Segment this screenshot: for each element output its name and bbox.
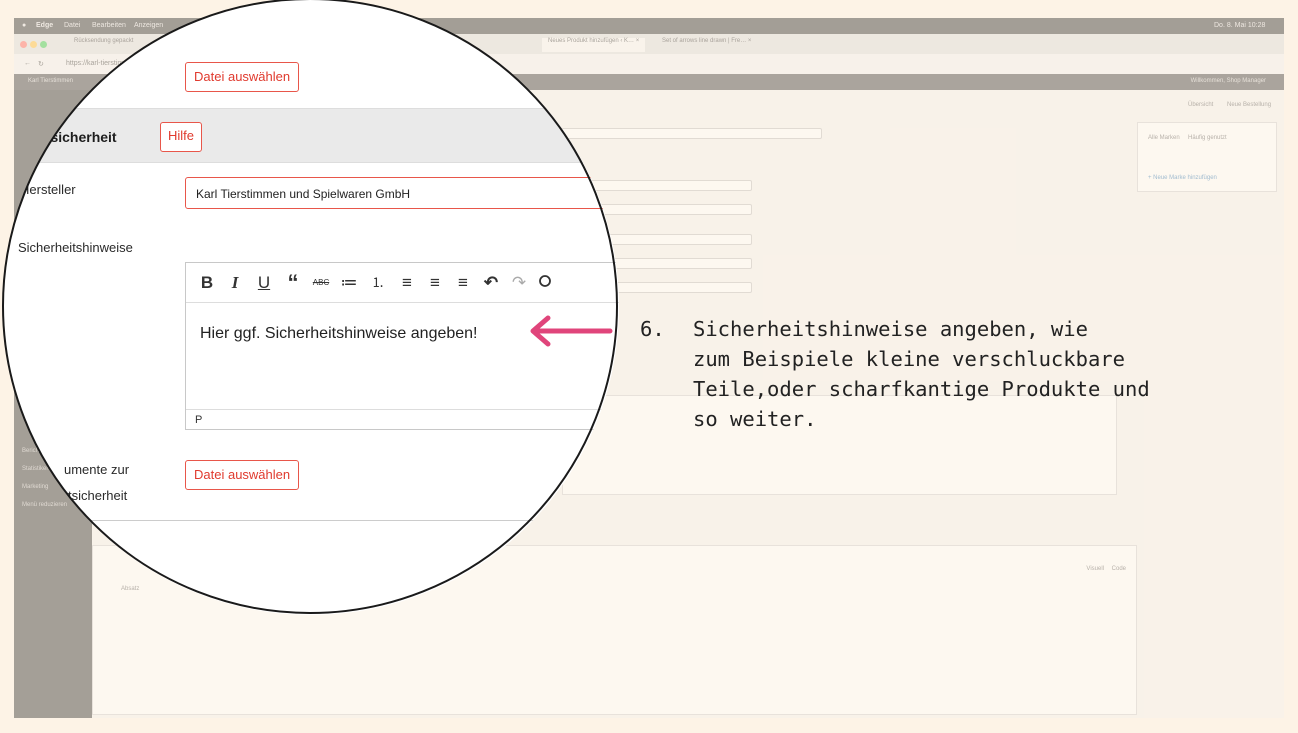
align-center-icon[interactable]: ≡ — [424, 272, 446, 294]
close-window-icon[interactable] — [20, 41, 27, 48]
link-icon[interactable] — [534, 272, 556, 294]
divider — [3, 520, 619, 521]
editor-statusbar: P — [186, 409, 619, 431]
editor-content[interactable]: Hier ggf. Sicherheitshinweise angeben! — [200, 325, 478, 343]
back-icon[interactable]: ← — [24, 60, 31, 67]
menubar-item-file[interactable]: Datei — [64, 22, 80, 29]
bg-field[interactable] — [552, 128, 822, 139]
editor-toolbar: B I U “ ABC ≔ ⒈ ≡ ≡ ≡ ↶ ↷ — [186, 263, 619, 303]
tab-visual[interactable]: Visuell — [1086, 566, 1104, 572]
menubar-item-edit[interactable]: Bearbeiten — [92, 22, 126, 29]
choose-file-button[interactable]: Datei auswählen — [185, 62, 300, 92]
undo-icon[interactable]: ↶ — [480, 272, 502, 294]
choose-docs-file-button[interactable]: Datei auswählen — [185, 460, 300, 490]
add-brand-link[interactable]: + Neue Marke hinzufügen — [1148, 175, 1217, 181]
brand-tab-used[interactable]: Häufig genutzt — [1188, 135, 1227, 141]
safety-label: Sicherheitshinweise — [18, 240, 133, 255]
sidebar-item-collapse[interactable]: Menü reduzieren — [22, 502, 67, 508]
menubar-item-view[interactable]: Anzeigen — [134, 22, 163, 29]
step-text: Sicherheitshinweise angeben, wie zum Bei… — [693, 317, 1150, 431]
docs-label-line2: tsicherheit — [68, 488, 128, 503]
step-number: 6. — [640, 317, 665, 341]
browser-tab-active[interactable]: Neues Produkt hinzufügen ‹ K… × — [542, 38, 646, 52]
admin-welcome[interactable]: Willkommen, Shop Manager — [1191, 78, 1266, 84]
strikethrough-icon[interactable]: ABC — [310, 272, 332, 294]
pointer-arrow-icon — [530, 315, 613, 347]
apple-icon[interactable]: ● — [22, 22, 26, 29]
docs-label-line1: umente zur — [64, 462, 130, 477]
browser-tab[interactable]: Rücksendung gepackt — [74, 38, 133, 52]
reload-icon[interactable]: ↻ — [38, 60, 44, 68]
new-order-action[interactable]: Neue Bestellung — [1227, 102, 1271, 108]
bold-icon[interactable]: B — [196, 272, 218, 294]
sidebar-item-stats[interactable]: Statistiken — [22, 466, 50, 472]
underline-icon[interactable]: U — [253, 272, 275, 294]
tab-code[interactable]: Code — [1112, 566, 1126, 572]
overview-action[interactable]: Übersicht — [1188, 102, 1213, 108]
italic-icon[interactable]: I — [224, 272, 246, 294]
zoom-window-icon[interactable] — [40, 41, 47, 48]
browser-tab[interactable]: Set of arrows line drawn | Fre… × — [662, 38, 751, 52]
align-left-icon[interactable]: ≡ — [396, 272, 418, 294]
menubar-clock: Do. 8. Mai 10:28 — [1214, 22, 1266, 29]
blockquote-icon[interactable]: “ — [282, 272, 304, 294]
brand-panel: Alle Marken Häufig genutzt + Neue Marke … — [1137, 122, 1277, 192]
minimize-window-icon[interactable] — [30, 41, 37, 48]
help-button[interactable]: Hilfe — [160, 122, 203, 152]
menubar-app[interactable]: Edge — [36, 22, 53, 29]
numbered-list-icon[interactable]: ⒈ — [367, 272, 389, 294]
bullet-list-icon[interactable]: ≔ — [338, 272, 360, 294]
align-right-icon[interactable]: ≡ — [452, 272, 474, 294]
admin-site-name[interactable]: Karl Tierstimmen — [28, 78, 73, 84]
brand-tab-all[interactable]: Alle Marken — [1148, 135, 1180, 141]
manufacturer-input[interactable]: Karl Tierstimmen und Spielwaren GmbH — [185, 177, 619, 209]
sidebar-item-marketing[interactable]: Marketing — [22, 484, 48, 490]
block-select[interactable]: Absatz — [121, 586, 139, 592]
redo-icon[interactable]: ↷ — [508, 272, 530, 294]
